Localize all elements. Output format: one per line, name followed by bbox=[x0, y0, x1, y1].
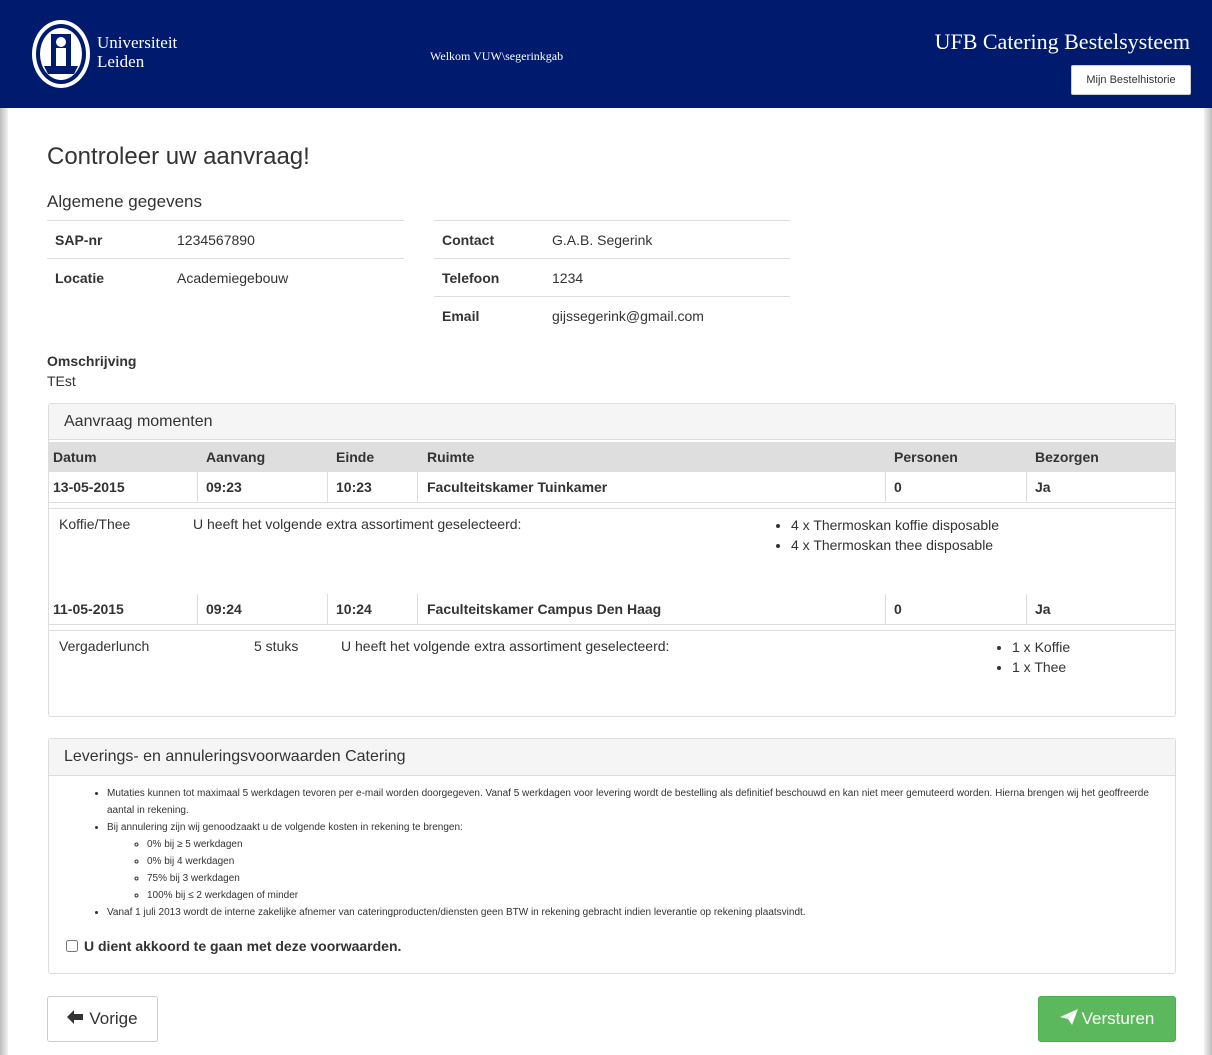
moments-panel-heading: Aanvraag momenten bbox=[49, 404, 1175, 440]
moment-start: 09:23 bbox=[206, 479, 242, 495]
moment-room: Faculteitskamer Campus Den Haag bbox=[427, 601, 662, 617]
terms-subitem: 100% bij ≤ 2 werkdagen of minder bbox=[147, 887, 1175, 904]
terms-subitem: 0% bij 4 werkdagen bbox=[147, 853, 1175, 870]
info-value: gijssegerink@gmail.com bbox=[544, 296, 790, 335]
column-divider bbox=[417, 594, 418, 625]
column-header-aanvang: Aanvang bbox=[206, 449, 266, 465]
terms-item: Vanaf 1 juli 2013 wordt de interne zakel… bbox=[107, 904, 1175, 921]
moments-table-header: Datum Aanvang Einde Ruimte Personen Bezo… bbox=[49, 442, 1175, 472]
column-divider bbox=[1026, 472, 1027, 503]
info-value: Academiegebouw bbox=[169, 258, 404, 297]
detail-item: 4 x Thermoskan thee disposable bbox=[791, 535, 999, 555]
right-page-shadow bbox=[1204, 108, 1212, 1055]
university-seal-logo[interactable] bbox=[30, 18, 92, 90]
previous-button[interactable]: Vorige bbox=[47, 996, 158, 1042]
info-row-contact: Contact G.A.B. Segerink bbox=[434, 220, 790, 259]
column-divider bbox=[197, 594, 198, 625]
info-label: SAP-nr bbox=[47, 220, 169, 259]
info-label: Contact bbox=[434, 220, 544, 259]
general-info-right: Contact G.A.B. Segerink Telefoon 1234 Em… bbox=[434, 220, 790, 335]
terms-subitem: 75% bij 3 werkdagen bbox=[147, 870, 1175, 887]
paper-plane-icon bbox=[1059, 1008, 1078, 1030]
info-label: Locatie bbox=[47, 258, 169, 297]
terms-panel: Leverings- en annuleringsvoorwaarden Cat… bbox=[48, 738, 1176, 974]
info-label: Email bbox=[434, 296, 544, 335]
app-title: UFB Catering Bestelsysteem bbox=[934, 29, 1190, 54]
moment-persons: 0 bbox=[894, 601, 902, 617]
general-info-left: SAP-nr 1234567890 Locatie Academiegebouw bbox=[47, 220, 404, 297]
moment-start: 09:24 bbox=[206, 601, 242, 617]
moment-end: 10:23 bbox=[336, 479, 372, 495]
column-header-einde: Einde bbox=[336, 449, 375, 465]
welcome-text: Welkom VUW\segerinkgab bbox=[430, 49, 564, 63]
detail-item: 4 x Thermoskan koffie disposable bbox=[791, 515, 999, 535]
column-header-bezorgen: Bezorgen bbox=[1035, 449, 1099, 465]
detail-items: 4 x Thermoskan koffie disposable 4 x The… bbox=[773, 515, 999, 555]
moment-date: 13-05-2015 bbox=[53, 479, 125, 495]
column-divider bbox=[1026, 594, 1027, 625]
moment-delivery: Ja bbox=[1035, 479, 1051, 495]
previous-button-label: Vorige bbox=[89, 1009, 138, 1028]
info-value: 1234567890 bbox=[169, 220, 404, 259]
column-header-ruimte: Ruimte bbox=[427, 449, 475, 465]
moment-end: 10:24 bbox=[336, 601, 372, 617]
university-name-line2: Leiden bbox=[97, 52, 145, 71]
column-header-datum: Datum bbox=[53, 449, 97, 465]
moment-date: 11-05-2015 bbox=[53, 601, 124, 617]
university-name-line1: Universiteit bbox=[97, 33, 178, 52]
agree-terms-text: U dient akkoord te gaan met deze voorwaa… bbox=[84, 938, 402, 954]
info-row-phone: Telefoon 1234 bbox=[434, 258, 790, 297]
column-divider bbox=[885, 472, 886, 503]
university-name: Universiteit Leiden bbox=[97, 33, 177, 71]
description-label: Omschrijving bbox=[47, 353, 137, 369]
description-value: TEst bbox=[47, 373, 76, 389]
terms-sublist: 0% bij ≥ 5 werkdagen 0% bij 4 werkdagen … bbox=[107, 836, 1175, 904]
moment-detail: Koffie/Thee U heeft het volgende extra a… bbox=[49, 508, 1175, 594]
agree-terms-checkbox[interactable] bbox=[66, 940, 78, 952]
order-history-button[interactable]: Mijn Bestelhistorie bbox=[1071, 65, 1191, 95]
detail-quantity: 5 stuks bbox=[254, 638, 299, 654]
top-header: Universiteit Leiden Welkom VUW\segerinkg… bbox=[0, 0, 1212, 108]
moment-detail: Vergaderlunch 5 stuks U heeft het volgen… bbox=[49, 630, 1175, 714]
terms-subitem: 0% bij ≥ 5 werkdagen bbox=[147, 836, 1175, 853]
terms-item-text: Bij annulering zijn wij genoodzaakt u de… bbox=[107, 822, 463, 833]
send-button-label: Versturen bbox=[1081, 1009, 1155, 1028]
detail-item: 1 x Thee bbox=[1012, 657, 1070, 677]
moments-panel: Aanvraag momenten Datum Aanvang Einde Ru… bbox=[48, 403, 1176, 717]
column-divider bbox=[417, 472, 418, 503]
column-divider bbox=[885, 594, 886, 625]
moment-row: 13-05-2015 09:23 10:23 Faculteitskamer T… bbox=[49, 472, 1175, 503]
left-page-shadow bbox=[0, 108, 8, 1055]
terms-body: Mutaties kunnen tot maximaal 5 werkdagen… bbox=[49, 785, 1175, 921]
moment-row: 11-05-2015 09:24 10:24 Faculteitskamer C… bbox=[49, 594, 1175, 625]
detail-items: 1 x Koffie 1 x Thee bbox=[994, 637, 1070, 677]
terms-item: Mutaties kunnen tot maximaal 5 werkdagen… bbox=[107, 785, 1175, 819]
column-divider bbox=[327, 594, 328, 625]
column-divider bbox=[327, 472, 328, 503]
column-divider bbox=[197, 472, 198, 503]
info-value: G.A.B. Segerink bbox=[544, 220, 790, 259]
terms-panel-heading: Leverings- en annuleringsvoorwaarden Cat… bbox=[49, 739, 1175, 776]
agree-terms-label[interactable]: U dient akkoord te gaan met deze voorwaa… bbox=[66, 938, 401, 954]
info-row-email: Email gijssegerink@gmail.com bbox=[434, 296, 790, 335]
info-label: Telefoon bbox=[434, 258, 544, 297]
detail-text: U heeft het volgende extra assortiment g… bbox=[193, 516, 522, 532]
send-button[interactable]: Versturen bbox=[1038, 996, 1176, 1042]
terms-list: Mutaties kunnen tot maximaal 5 werkdagen… bbox=[49, 785, 1175, 921]
info-row-location: Locatie Academiegebouw bbox=[47, 258, 404, 297]
general-section-title: Algemene gegevens bbox=[47, 192, 203, 211]
info-value: 1234 bbox=[544, 258, 790, 297]
moment-persons: 0 bbox=[894, 479, 902, 495]
page-title: Controleer uw aanvraag! bbox=[47, 143, 310, 170]
detail-type: Koffie/Thee bbox=[59, 516, 131, 532]
moment-room: Faculteitskamer Tuinkamer bbox=[427, 479, 608, 495]
detail-text: U heeft het volgende extra assortiment g… bbox=[341, 638, 670, 654]
column-header-personen: Personen bbox=[894, 449, 958, 465]
info-row-sap: SAP-nr 1234567890 bbox=[47, 220, 404, 259]
detail-item: 1 x Koffie bbox=[1012, 637, 1070, 657]
detail-type: Vergaderlunch bbox=[59, 638, 150, 654]
arrow-left-icon bbox=[67, 1009, 84, 1029]
terms-item: Bij annulering zijn wij genoodzaakt u de… bbox=[107, 819, 1175, 904]
moment-delivery: Ja bbox=[1035, 601, 1051, 617]
